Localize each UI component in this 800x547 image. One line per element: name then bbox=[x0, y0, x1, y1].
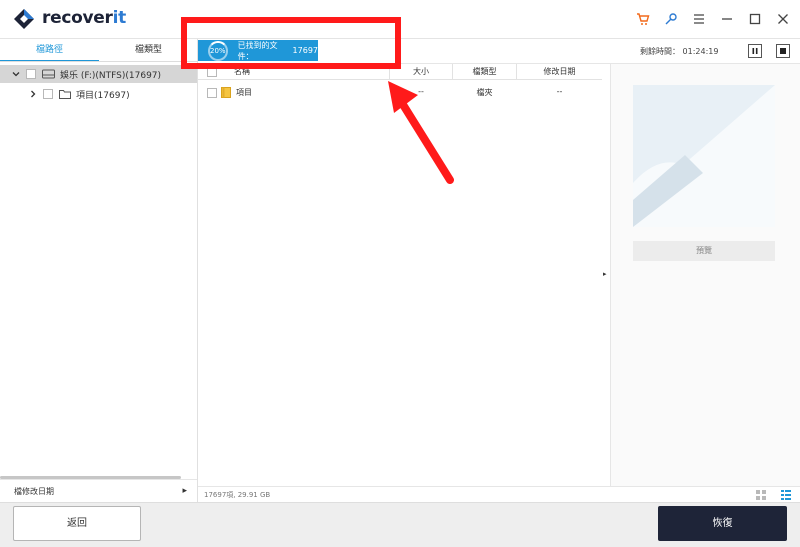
maximize-icon[interactable] bbox=[746, 10, 764, 28]
found-files-label: 已找到的文件： bbox=[237, 40, 278, 61]
pause-button[interactable] bbox=[748, 44, 762, 58]
column-name[interactable]: 名稱 bbox=[222, 64, 262, 80]
tab-file-path[interactable]: 檔路徑 bbox=[0, 39, 99, 62]
close-icon[interactable] bbox=[774, 10, 792, 28]
tree-item-folder[interactable]: 項目(17697) bbox=[0, 85, 197, 103]
scan-progress-bar: 20% 已找到的文件： 17697 bbox=[198, 40, 318, 61]
tab-file-type[interactable]: 檔類型 bbox=[99, 39, 198, 62]
grid-view-icon[interactable] bbox=[756, 490, 766, 502]
logo-text-prefix: recover bbox=[42, 8, 113, 28]
remaining-time-label: 剩餘時間： bbox=[640, 47, 680, 56]
list-view-icon[interactable] bbox=[781, 490, 791, 502]
select-all-checkbox[interactable] bbox=[207, 67, 217, 77]
folder-outline-icon bbox=[59, 89, 71, 99]
collapse-preview-icon[interactable]: ▸ bbox=[603, 270, 607, 278]
drive-checkbox[interactable] bbox=[26, 69, 36, 79]
recover-button[interactable]: 恢復 bbox=[658, 506, 787, 541]
folder-checkbox[interactable] bbox=[43, 89, 53, 99]
row-modified: -- bbox=[556, 87, 563, 96]
filter-label: 檔修改日期 bbox=[14, 486, 54, 496]
status-bar: 17697項, 29.91 GB bbox=[198, 486, 800, 502]
remaining-time: 剩餘時間： 01:24:19 bbox=[640, 46, 718, 57]
chevron-right-icon: ▸ bbox=[182, 486, 187, 496]
row-name: 項目 bbox=[236, 88, 252, 97]
stop-button[interactable] bbox=[776, 44, 790, 58]
menu-icon[interactable] bbox=[690, 10, 708, 28]
preview-placeholder-image bbox=[633, 85, 775, 227]
found-files-count: 17697 bbox=[292, 46, 318, 55]
stop-icon bbox=[780, 48, 786, 54]
app-logo-text: recoverit bbox=[42, 8, 126, 28]
tree-item-drive[interactable]: 娛乐 (F:)(NTFS)(17697) bbox=[0, 65, 197, 83]
key-icon[interactable] bbox=[662, 10, 680, 28]
table-row[interactable]: 項目 -- 檔夾 -- bbox=[198, 85, 602, 101]
tree-item-label: 項目(17697) bbox=[76, 90, 130, 101]
left-panel: 檔路徑 檔類型 娛乐 (F:)(NTFS)(17697) 項目(17697) 檔… bbox=[0, 39, 198, 502]
cart-icon[interactable] bbox=[634, 10, 652, 28]
folder-icon bbox=[221, 87, 231, 100]
filter-modified-date[interactable]: 檔修改日期 ▸ bbox=[0, 479, 197, 502]
tab-divider bbox=[0, 61, 198, 62]
column-size[interactable]: 大小 bbox=[390, 64, 452, 80]
chevron-right-icon[interactable] bbox=[29, 90, 39, 98]
row-type: 檔夾 bbox=[476, 88, 493, 97]
preview-button[interactable]: 預覽 bbox=[633, 241, 775, 261]
tree-item-label: 娛乐 (F:)(NTFS)(17697) bbox=[60, 70, 162, 81]
status-summary: 17697項, 29.91 GB bbox=[204, 491, 271, 499]
file-list-header: 名稱 大小 檔類型 修改日期 bbox=[198, 64, 602, 80]
pause-icon bbox=[752, 48, 758, 54]
column-modified[interactable]: 修改日期 bbox=[517, 64, 602, 80]
remaining-time-value: 01:24:19 bbox=[682, 47, 719, 56]
back-button[interactable]: 返回 bbox=[13, 506, 141, 541]
progress-percent: 20% bbox=[208, 40, 228, 61]
chevron-down-icon[interactable] bbox=[12, 70, 22, 78]
recoverit-logo-icon bbox=[14, 9, 34, 29]
logo-text-suffix: it bbox=[112, 8, 127, 28]
image-placeholder-icon bbox=[633, 85, 775, 227]
minimize-icon[interactable] bbox=[718, 10, 736, 28]
row-size: -- bbox=[418, 87, 424, 96]
row-checkbox[interactable] bbox=[207, 88, 217, 98]
hard-drive-icon bbox=[42, 69, 55, 79]
column-type[interactable]: 檔類型 bbox=[453, 64, 516, 80]
